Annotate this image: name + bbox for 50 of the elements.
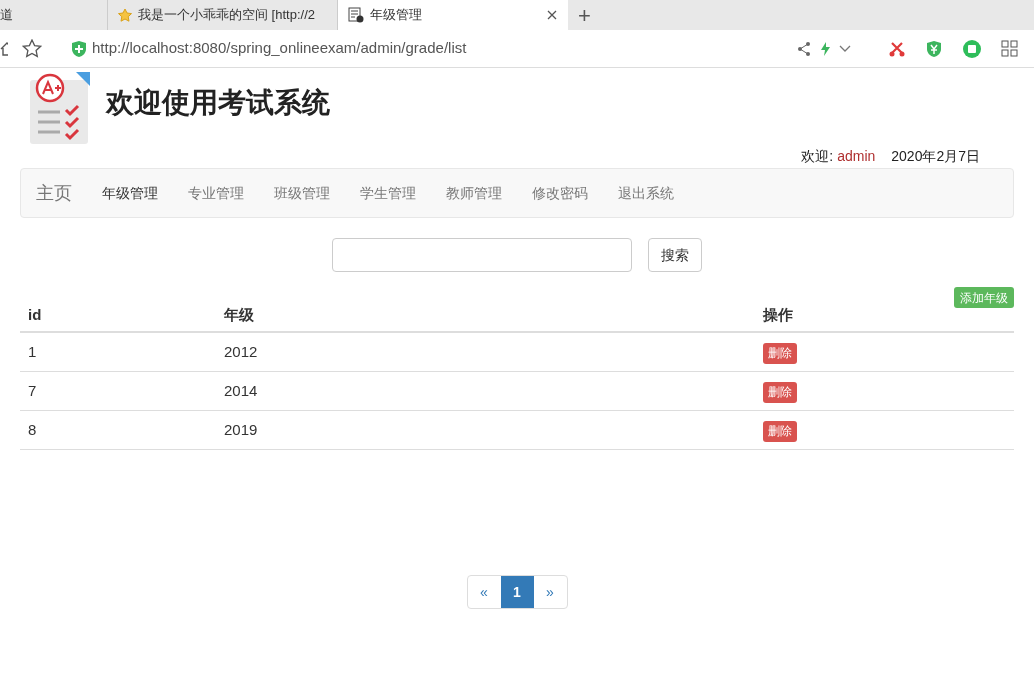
table-cell-text: 7: [28, 380, 38, 401]
app-icon[interactable]: [963, 39, 981, 58]
column-header: 操作: [763, 305, 794, 326]
table-cell-text: 1: [28, 341, 38, 362]
home-link[interactable]: 主页: [21, 179, 87, 207]
search-button[interactable]: 搜索: [648, 238, 702, 272]
shield-icon: [72, 40, 86, 57]
user-link[interactable]: admin: [837, 147, 876, 164]
nav-link[interactable]: 退出系统: [603, 182, 689, 204]
table-cell-text: 2014: [224, 380, 259, 401]
table-cell-text: 2012: [224, 341, 259, 362]
new-tab-button[interactable]: +: [578, 2, 591, 30]
page-title: 欢迎使用考试系统: [106, 86, 330, 120]
scissors-icon[interactable]: [889, 40, 905, 57]
nav-link[interactable]: 教师管理: [431, 182, 517, 204]
browser-tab[interactable]: 年级管理: [338, 0, 568, 30]
delete-button[interactable]: 删除: [763, 381, 797, 403]
add-grade-button[interactable]: 添加年级: [954, 287, 1014, 308]
nav-link[interactable]: 专业管理: [173, 182, 259, 204]
next-page-link[interactable]: »: [533, 576, 567, 608]
welcome-label: 欢迎:: [801, 147, 834, 164]
browser-tab[interactable]: 道: [0, 0, 108, 30]
delete-button[interactable]: 删除: [763, 420, 797, 442]
share-icon[interactable]: [797, 41, 811, 56]
lightning-icon[interactable]: [819, 41, 831, 56]
column-header: 年级: [224, 305, 255, 326]
document-icon: [348, 7, 364, 23]
close-icon[interactable]: [546, 9, 558, 21]
url-text[interactable]: http://localhost:8080/spring_onlineexam/admin/grade/list: [92, 37, 797, 60]
nav-link[interactable]: 修改密码: [517, 182, 603, 204]
delete-button[interactable]: 删除: [763, 342, 797, 364]
home-icon[interactable]: [0, 40, 8, 57]
nav-link[interactable]: 学生管理: [345, 182, 431, 204]
star-icon: [118, 8, 132, 22]
chevron-down-icon[interactable]: [839, 44, 851, 53]
shield-icon[interactable]: [927, 40, 941, 57]
nav-link[interactable]: 班级管理: [259, 182, 345, 204]
table-cell-text: 2019: [224, 419, 259, 440]
nav-link[interactable]: 年级管理: [87, 182, 173, 204]
page-link[interactable]: 1: [500, 576, 534, 608]
column-header: id: [28, 305, 43, 326]
search-field[interactable]: [332, 238, 632, 272]
tab-title: 我是一个小乖乖的空间 [http://2: [138, 6, 316, 25]
date-text: 2020年2月7日: [891, 146, 980, 166]
tab-title: 道: [0, 6, 14, 25]
star-icon[interactable]: [22, 39, 42, 58]
table-cell-text: 8: [28, 419, 38, 440]
previous-page-link[interactable]: «: [467, 576, 501, 608]
apps-grid-icon[interactable]: [1001, 40, 1018, 57]
tab-title: 年级管理: [370, 6, 423, 25]
